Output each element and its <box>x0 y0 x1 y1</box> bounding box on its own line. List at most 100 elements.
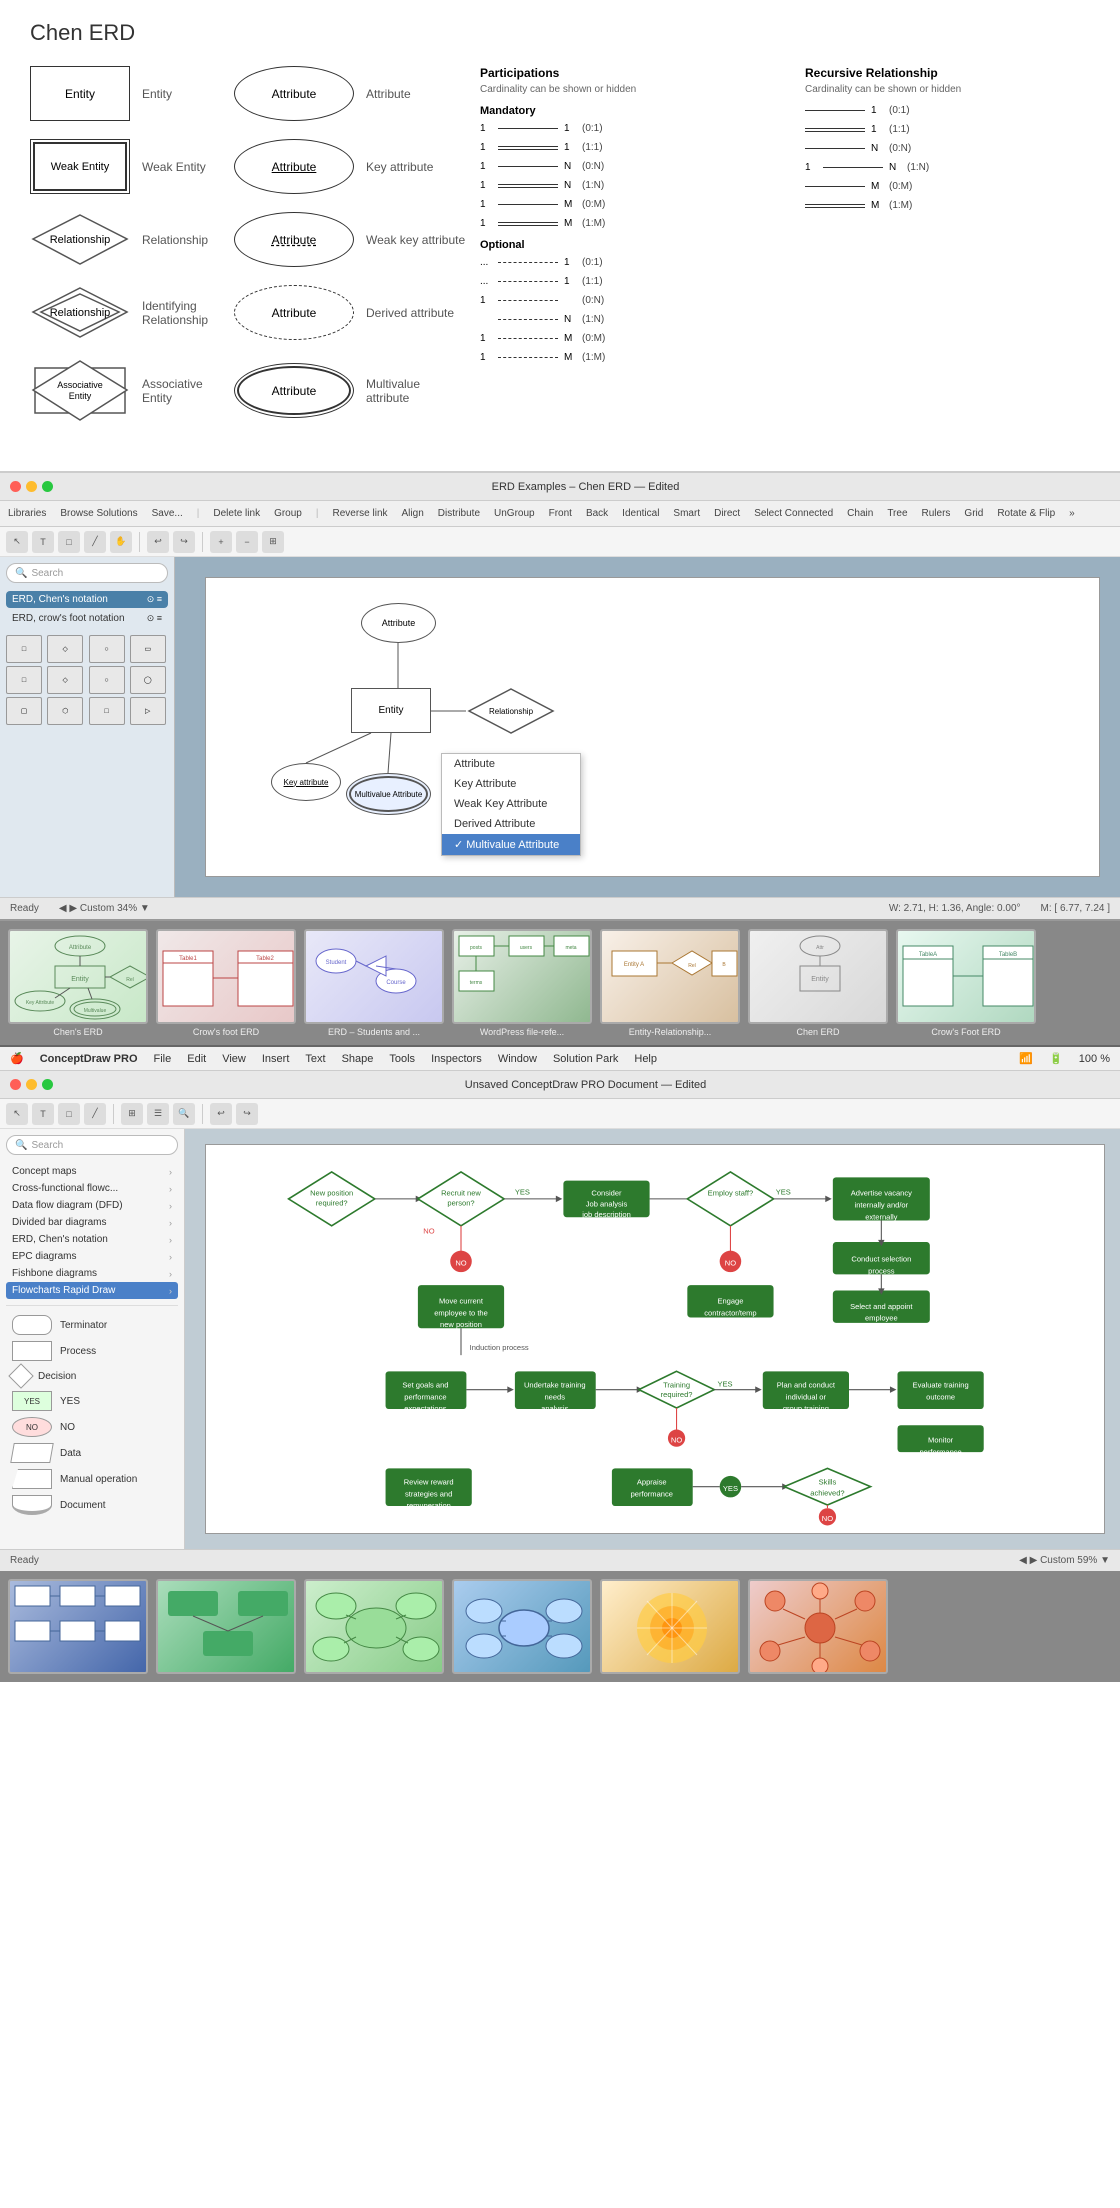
erd-canvas[interactable]: Attribute Entity Relationship Key attrib… <box>175 557 1120 897</box>
menu-file[interactable]: File <box>154 1053 172 1065</box>
toolbar-front[interactable]: Front <box>549 508 572 519</box>
apple-menu[interactable]: 🍎 <box>10 1052 24 1065</box>
thumb2-2[interactable] <box>156 1579 296 1674</box>
sidebar-item-crow[interactable]: ERD, crow's foot notation ⊙ ≡ <box>6 610 168 627</box>
minimize-button-2[interactable] <box>26 1079 37 1090</box>
toolbar-align[interactable]: Align <box>402 508 424 519</box>
sidebar-thumb-2[interactable]: ◇ <box>47 635 83 663</box>
thumb2-5[interactable] <box>600 1579 740 1674</box>
tool2-redo[interactable]: ↪ <box>236 1103 258 1125</box>
shape-row-terminator[interactable]: Terminator <box>6 1312 178 1338</box>
toolbar-distribute[interactable]: Distribute <box>438 508 480 519</box>
tool2-shape[interactable]: □ <box>58 1103 80 1125</box>
shape-row-decision[interactable]: Decision <box>6 1364 178 1388</box>
cd-search[interactable]: 🔍 Search <box>6 1135 178 1155</box>
toolbar-smart[interactable]: Smart <box>673 508 700 519</box>
tool-line[interactable]: ╱ <box>84 531 106 553</box>
menu-inspectors[interactable]: Inspectors <box>431 1053 482 1065</box>
sidebar-thumb-7[interactable]: ○ <box>89 666 125 694</box>
thumb-chen-erd2[interactable]: Entity Attr Chen ERD <box>748 929 888 1037</box>
toolbar-reverse-link[interactable]: Reverse link <box>332 508 387 519</box>
shape-row-no[interactable]: NO NO <box>6 1414 178 1440</box>
toolbar-ungroup[interactable]: UnGroup <box>494 508 535 519</box>
context-menu[interactable]: Attribute Key Attribute Weak Key Attribu… <box>441 753 581 856</box>
diagram-attribute[interactable]: Attribute <box>361 603 436 643</box>
ctx-key-attr[interactable]: Key Attribute <box>442 774 580 794</box>
sidebar-item-chen[interactable]: ERD, Chen's notation ⊙ ≡ <box>6 591 168 608</box>
close-button[interactable] <box>10 481 21 492</box>
sidebar2-fishbone[interactable]: Fishbone diagrams › <box>6 1265 178 1282</box>
sidebar2-divided-bar[interactable]: Divided bar diagrams › <box>6 1214 178 1231</box>
sidebar-thumb-6[interactable]: ◇ <box>47 666 83 694</box>
sidebar2-flowcharts-rapid[interactable]: Flowcharts Rapid Draw › <box>6 1282 178 1299</box>
tool-fit[interactable]: ⊞ <box>262 531 284 553</box>
menu-window[interactable]: Window <box>498 1053 537 1065</box>
maximize-button[interactable] <box>42 481 53 492</box>
shape-row-manual[interactable]: Manual operation <box>6 1466 178 1492</box>
toolbar-identical[interactable]: Identical <box>622 508 659 519</box>
ctx-multivalue[interactable]: ✓ Multivalue Attribute <box>442 834 580 855</box>
tool-pan[interactable]: ✋ <box>110 531 132 553</box>
toolbar-group[interactable]: Group <box>274 508 302 519</box>
diagram-key-attr[interactable]: Key attribute <box>271 763 341 801</box>
toolbar-save[interactable]: Save... <box>152 508 183 519</box>
tool2-list[interactable]: ☰ <box>147 1103 169 1125</box>
thumb-crow-erd[interactable]: Table1 Table2 Crow's foot ERD <box>156 929 296 1037</box>
toolbar-rulers[interactable]: Rulers <box>922 508 951 519</box>
sidebar2-crossfunctional[interactable]: Cross-functional flowc... › <box>6 1180 178 1197</box>
tool2-grid[interactable]: ⊞ <box>121 1103 143 1125</box>
thumb-entity-rel[interactable]: Entity A Rel B Entity-Relationship... <box>600 929 740 1037</box>
toolbar-select-connected[interactable]: Select Connected <box>754 508 833 519</box>
sidebar2-dfd[interactable]: Data flow diagram (DFD) › <box>6 1197 178 1214</box>
ctx-attribute[interactable]: Attribute <box>442 754 580 774</box>
tool-redo[interactable]: ↪ <box>173 531 195 553</box>
menu-edit[interactable]: Edit <box>187 1053 206 1065</box>
tool2-undo[interactable]: ↩ <box>210 1103 232 1125</box>
diagram-multi-attr[interactable]: Multivalue Attribute <box>346 773 431 815</box>
toolbar-grid[interactable]: Grid <box>964 508 983 519</box>
tool-undo[interactable]: ↩ <box>147 531 169 553</box>
thumb-students[interactable]: Student Course ERD – Students and ... <box>304 929 444 1037</box>
menu-insert[interactable]: Insert <box>262 1053 290 1065</box>
toolbar-more[interactable]: » <box>1069 508 1075 519</box>
toolbar-libraries[interactable]: Libraries <box>8 508 46 519</box>
ctx-derived[interactable]: Derived Attribute <box>442 814 580 834</box>
toolbar-direct[interactable]: Direct <box>714 508 740 519</box>
sidebar-thumb-9[interactable]: ▢ <box>6 697 42 725</box>
shape-row-document[interactable]: Document <box>6 1492 178 1518</box>
toolbar-delete-link[interactable]: Delete link <box>213 508 260 519</box>
thumb2-1[interactable] <box>8 1579 148 1674</box>
tool2-line[interactable]: ╱ <box>84 1103 106 1125</box>
menu-shape[interactable]: Shape <box>342 1053 374 1065</box>
tool2-search[interactable]: 🔍 <box>173 1103 195 1125</box>
erd-search[interactable]: 🔍 Search <box>6 563 168 583</box>
menu-help[interactable]: Help <box>634 1053 657 1065</box>
sidebar-thumb-10[interactable]: ⬡ <box>47 697 83 725</box>
thumb2-3[interactable] <box>304 1579 444 1674</box>
tool-zoom-in[interactable]: + <box>210 531 232 553</box>
thumb-crow-foot[interactable]: TableA TableB Crow's Foot ERD <box>896 929 1036 1037</box>
tool2-pointer[interactable]: ↖ <box>6 1103 28 1125</box>
toolbar-chain[interactable]: Chain <box>847 508 873 519</box>
thumb2-6[interactable] <box>748 1579 888 1674</box>
sidebar2-concept-maps[interactable]: Concept maps › <box>6 1163 178 1180</box>
tool-shape[interactable]: □ <box>58 531 80 553</box>
shape-row-process[interactable]: Process <box>6 1338 178 1364</box>
toolbar-tree[interactable]: Tree <box>887 508 907 519</box>
thumb2-4[interactable] <box>452 1579 592 1674</box>
shape-row-data[interactable]: Data <box>6 1440 178 1466</box>
diagram-entity[interactable]: Entity <box>351 688 431 733</box>
toolbar-browse[interactable]: Browse Solutions <box>60 508 137 519</box>
thumb-wordpress[interactable]: posts users meta terms WordPress file-re… <box>452 929 592 1037</box>
conceptdraw-canvas[interactable]: New position required? Recruit new perso… <box>185 1129 1120 1549</box>
sidebar-thumb-3[interactable]: ○ <box>89 635 125 663</box>
tool-text[interactable]: T <box>32 531 54 553</box>
tool-pointer[interactable]: ↖ <box>6 531 28 553</box>
sidebar2-epc[interactable]: EPC diagrams › <box>6 1248 178 1265</box>
menu-view[interactable]: View <box>222 1053 246 1065</box>
sidebar-thumb-1[interactable]: □ <box>6 635 42 663</box>
menu-solution-park[interactable]: Solution Park <box>553 1053 618 1065</box>
tool-zoom-out[interactable]: − <box>236 531 258 553</box>
tool2-text[interactable]: T <box>32 1103 54 1125</box>
sidebar-thumb-8[interactable]: ◯ <box>130 666 166 694</box>
